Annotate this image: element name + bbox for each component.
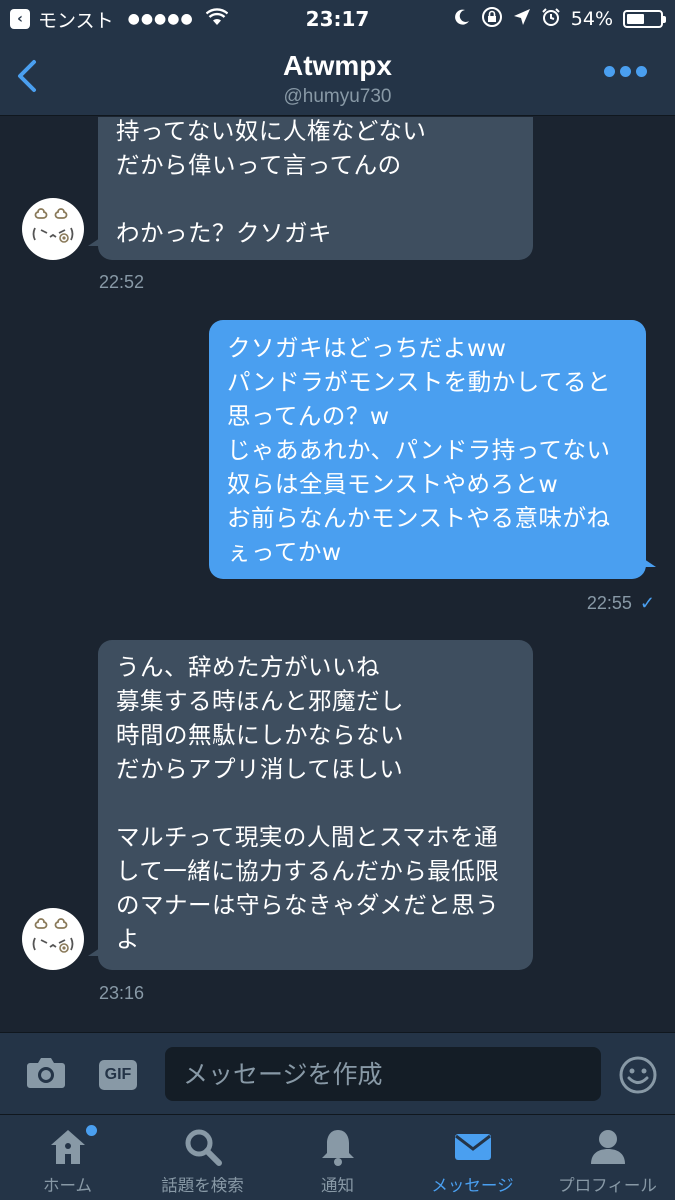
back-arrow-icon: ‹ — [10, 9, 30, 29]
tab-search[interactable]: 話題を検索 — [135, 1115, 270, 1200]
conversation-title[interactable]: Atwmpx — [0, 50, 675, 82]
tab-profile[interactable]: プロフィール — [540, 1115, 675, 1200]
battery-percent: 54% — [570, 8, 613, 30]
tab-bar: ホーム 話題を検索 通知 メッセージ プロフィール — [0, 1114, 675, 1200]
avatar-face-icon — [32, 208, 74, 243]
message-time: 22:55 — [586, 593, 632, 613]
tab-label: ホーム — [42, 1176, 92, 1195]
emoji-button[interactable] — [618, 1055, 658, 1099]
more-options-button[interactable] — [604, 66, 647, 77]
tab-label: 話題を検索 — [161, 1176, 244, 1195]
back-to-app[interactable]: ‹ モンスト — [10, 6, 114, 33]
bell-icon — [321, 1130, 354, 1166]
signal-strength: ●●●●● — [127, 11, 194, 27]
tab-label: プロフィール — [558, 1176, 657, 1195]
message-timestamp: 22:52 — [99, 272, 145, 292]
tab-home[interactable]: ホーム — [0, 1115, 135, 1200]
gif-button[interactable]: GIF — [99, 1060, 137, 1090]
more-dots-icon — [604, 66, 615, 77]
message-composer: GIF — [0, 1032, 675, 1114]
outgoing-message-bubble[interactable]: クソガキはどっちだよww パンドラがモンストを動かしてると思ってんの？w じゃあ… — [209, 320, 656, 579]
battery-icon — [623, 10, 666, 28]
tab-notifications[interactable]: 通知 — [270, 1115, 405, 1200]
camera-icon — [27, 1058, 65, 1088]
message-thread[interactable]: 持ってない奴に人権などない だから偉いって言ってんの わかった？クソガキ 22:… — [0, 117, 675, 1032]
incoming-message-bubble[interactable]: 持ってない奴に人権などない だから偉いって言ってんの わかった？クソガキ — [88, 117, 533, 260]
search-icon — [185, 1129, 222, 1166]
notification-dot — [86, 1125, 97, 1136]
moon-icon — [453, 8, 471, 31]
message-timestamp: 22:55 ✓ — [587, 593, 655, 614]
status-bar: ‹ モンスト ●●●●● 23:17 54% — [0, 0, 675, 38]
smiley-icon — [619, 1056, 657, 1094]
message-input[interactable] — [165, 1047, 601, 1101]
read-check-icon: ✓ — [639, 593, 655, 613]
envelope-icon — [454, 1134, 491, 1160]
rotation-lock-icon — [481, 6, 503, 33]
camera-button[interactable] — [26, 1055, 66, 1093]
conversation-handle[interactable]: @humyu730 — [0, 86, 675, 108]
incoming-message-bubble[interactable]: うん、辞めた方がいいね 募集する時ほんと邪魔だし 時間の無駄にしかならない だか… — [88, 640, 533, 970]
sender-avatar[interactable] — [22, 908, 84, 970]
wifi-icon — [205, 7, 229, 31]
alarm-icon — [541, 7, 561, 32]
home-icon — [50, 1130, 85, 1164]
conversation-header: Atwmpx @humyu730 — [0, 38, 675, 116]
tab-messages[interactable]: メッセージ — [405, 1115, 540, 1200]
back-app-label: モンスト — [38, 9, 114, 32]
location-icon — [513, 8, 531, 31]
message-timestamp: 23:16 — [99, 983, 145, 1003]
sender-avatar[interactable] — [22, 198, 84, 260]
tab-label: メッセージ — [431, 1176, 514, 1195]
avatar-face-icon — [32, 918, 74, 953]
profile-icon — [590, 1130, 625, 1164]
tab-label: 通知 — [321, 1176, 354, 1195]
